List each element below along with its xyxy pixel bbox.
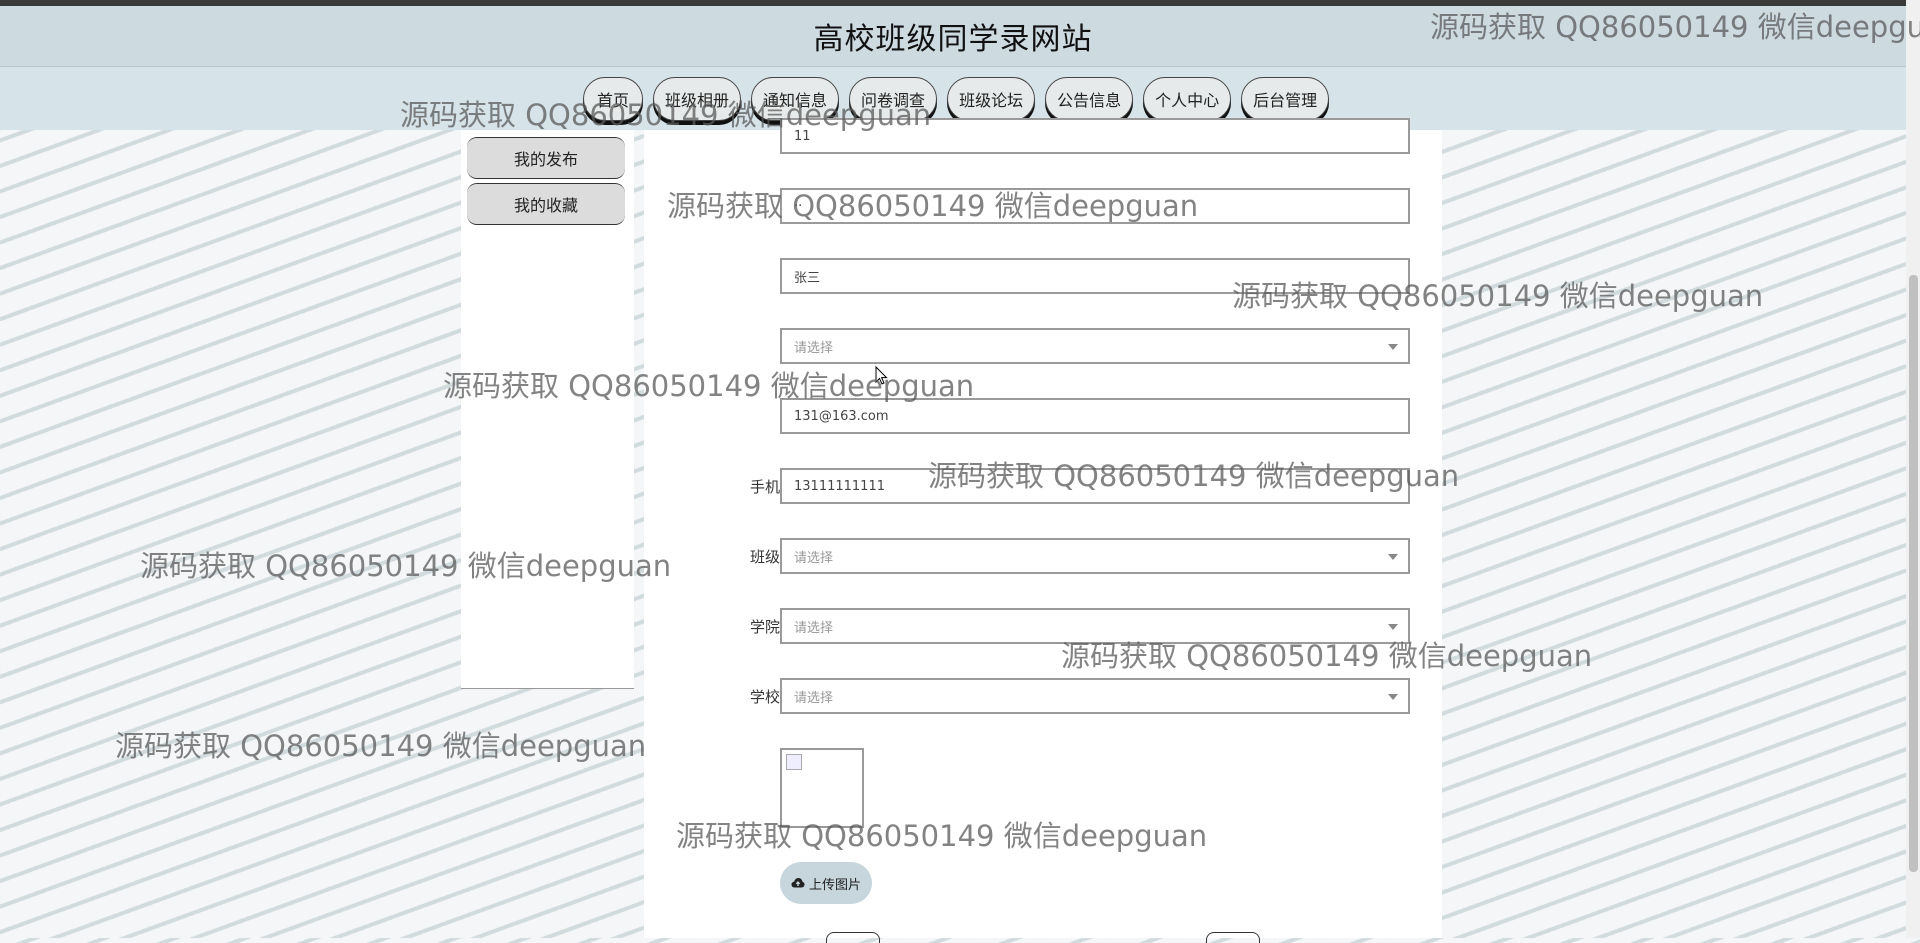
college-name-select-value: 请选择 [794, 620, 834, 636]
chevron-down-icon [1388, 554, 1398, 560]
avatar-preview [780, 748, 864, 828]
phone-input[interactable]: 13111111111 [780, 468, 1410, 504]
sidebar-item-my-favorites[interactable]: 我的收藏 [467, 183, 625, 225]
nav-item-class-forum[interactable]: 班级论坛 [947, 77, 1036, 121]
email-input[interactable]: 131@163.com [780, 398, 1410, 434]
nav-item-notices[interactable]: 通知信息 [751, 77, 840, 121]
cloud-upload-icon [791, 878, 805, 888]
nav-items: 首页 班级相册 通知信息 问卷调查 班级论坛 公告信息 个人中心 后台管理 [583, 77, 1330, 121]
sidebar-item-my-posts[interactable]: 我的发布 [467, 137, 625, 179]
watermark-text: 源码获取 QQ86050149 微信deepguan [115, 729, 647, 763]
college-name-select[interactable]: 请选择 [780, 608, 1410, 644]
gender-select[interactable]: 请选择 [780, 328, 1410, 364]
password-input[interactable]: ·· [780, 188, 1410, 224]
chevron-down-icon [1388, 694, 1398, 700]
form-row-name: 姓名 张三 [644, 258, 1442, 296]
class-name-select-value: 请选择 [794, 550, 834, 566]
site-header: 高校班级同学录网站 [0, 6, 1906, 67]
form-row-college-name: 学院名称 请选择 [644, 608, 1442, 646]
form-row-email: 邮箱 131@163.com [644, 398, 1442, 436]
broken-image-icon [786, 754, 802, 770]
site-title: 高校班级同学录网站 [813, 22, 1093, 57]
profile-form: 账号 11 密码 ·· 姓名 张三 性别 请选择 邮箱 131@163.com … [644, 118, 1442, 943]
name-input[interactable]: 张三 [780, 258, 1410, 294]
upload-image-label: 上传图片 [808, 877, 861, 893]
account-input[interactable]: 11 [780, 118, 1410, 154]
personal-sidebar: 我的发布 我的收藏 [461, 130, 634, 689]
gender-select-value: 请选择 [794, 340, 834, 356]
nav-item-announcements[interactable]: 公告信息 [1045, 77, 1134, 121]
form-row-gender: 性别 请选择 [644, 328, 1442, 366]
nav-item-survey[interactable]: 问卷调查 [849, 77, 938, 121]
school-name-select-value: 请选择 [794, 690, 834, 706]
form-row-account: 账号 11 [644, 118, 1442, 156]
scrollbar-thumb[interactable] [1909, 275, 1918, 872]
nav-item-admin[interactable]: 后台管理 [1241, 77, 1330, 121]
form-row-class-name: 班级名称 请选择 [644, 538, 1442, 576]
upload-image-button[interactable]: 上传图片 [780, 862, 872, 904]
school-name-select[interactable]: 请选择 [780, 678, 1410, 714]
chevron-down-icon [1388, 344, 1398, 350]
form-row-school-name: 学校名称 请选择 [644, 678, 1442, 716]
nav-item-class-album[interactable]: 班级相册 [653, 77, 742, 121]
form-row-phone: 手机号码 13111111111 [644, 468, 1442, 506]
class-name-select[interactable]: 请选择 [780, 538, 1410, 574]
nav-item-personal-center[interactable]: 个人中心 [1143, 77, 1232, 121]
chevron-down-icon [1388, 624, 1398, 630]
form-row-password: 密码 ·· [644, 188, 1442, 226]
nav-item-home[interactable]: 首页 [583, 77, 644, 121]
